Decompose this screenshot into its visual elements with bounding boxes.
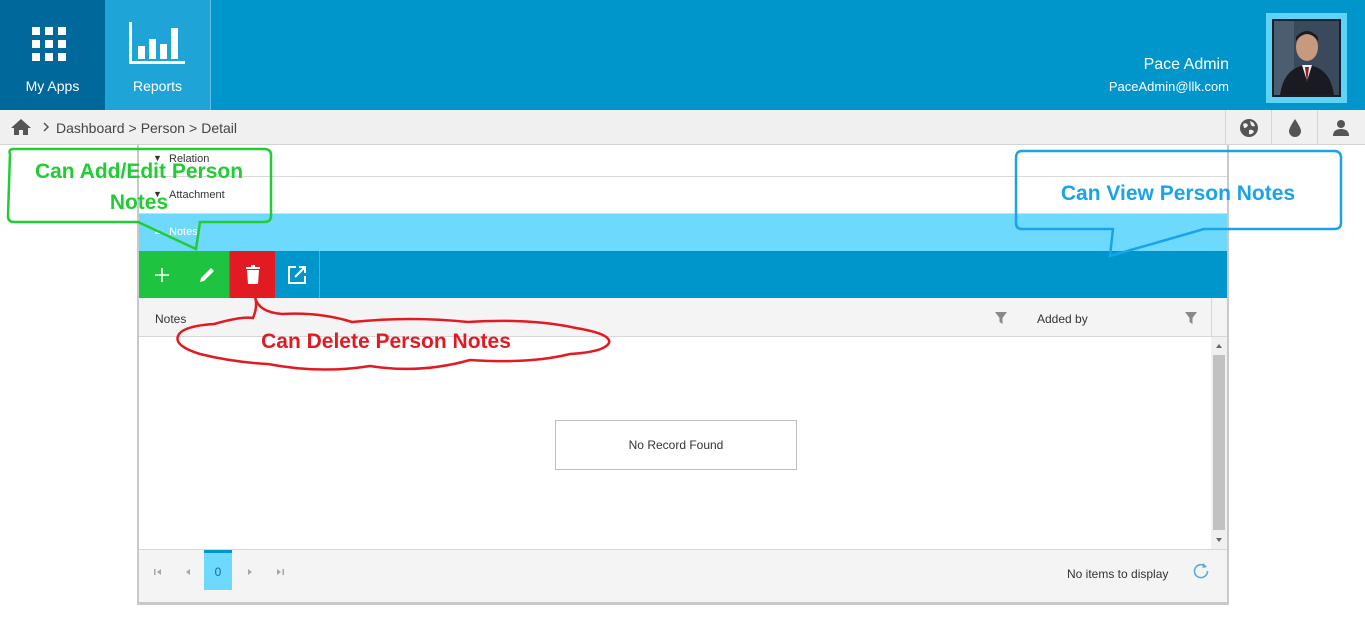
no-record-message: No Record Found — [555, 420, 797, 470]
grid-header-spacer — [1211, 298, 1227, 337]
user-email: PaceAdmin@llk.com — [1108, 79, 1229, 94]
grid-toolbar — [139, 251, 1227, 298]
avatar — [1272, 19, 1341, 97]
expand-arrow-icon: ▲ — [153, 226, 162, 236]
profile-button[interactable] — [1317, 110, 1363, 145]
pager-status: No items to display — [1067, 567, 1169, 581]
add-edit-callout-text: Can Add/Edit Person Notes — [34, 160, 244, 214]
filter-icon[interactable] — [994, 311, 1008, 325]
last-page-icon[interactable] — [275, 567, 285, 577]
reports-label: Reports — [132, 78, 183, 94]
top-navigation-bar: My Apps Reports Pace Admin PaceAdmin@llk… — [0, 0, 1365, 110]
trash-icon — [245, 264, 260, 284]
my-apps-label: My Apps — [25, 78, 80, 94]
previous-page-icon[interactable] — [183, 567, 193, 577]
user-icon — [1332, 119, 1349, 136]
external-link-icon — [288, 265, 306, 284]
accordion-notes-label: Notes — [169, 226, 198, 238]
my-apps-tile[interactable]: My Apps — [0, 0, 105, 110]
scroll-thumb[interactable] — [1213, 355, 1225, 530]
breadcrumb: Dashboard > Person > Detail — [56, 120, 241, 136]
grid-pager: 0 No items to display — [139, 549, 1227, 602]
accordion-relation[interactable]: ▼ Relation — [139, 145, 1227, 177]
vertical-scrollbar[interactable] — [1211, 337, 1227, 549]
filter-icon[interactable] — [1184, 311, 1198, 325]
view-callout-text: Can View Person Notes — [1060, 182, 1296, 205]
breadcrumb-separator: > — [189, 120, 198, 136]
plus-icon — [154, 267, 169, 282]
avatar-frame[interactable] — [1266, 13, 1347, 103]
drop-icon — [1288, 118, 1301, 137]
breadcrumb-person[interactable]: Person — [141, 120, 185, 136]
bar-chart-icon — [129, 22, 185, 64]
breadcrumb-detail: Detail — [201, 120, 238, 136]
theme-button[interactable] — [1271, 110, 1317, 145]
user-name: Pace Admin — [1143, 56, 1229, 73]
current-page[interactable]: 0 — [204, 550, 232, 590]
edit-note-button[interactable] — [184, 251, 229, 298]
scroll-up-icon[interactable] — [1211, 339, 1227, 353]
add-note-button[interactable] — [139, 251, 184, 298]
accordion-notes[interactable]: ▲ Notes — [139, 214, 1227, 251]
chevron-right-icon — [43, 122, 50, 132]
reports-tile[interactable]: Reports — [105, 0, 211, 110]
next-page-icon[interactable] — [245, 567, 255, 577]
pencil-icon — [199, 267, 214, 282]
globe-icon — [1239, 118, 1258, 137]
column-header-added-by[interactable]: Added by — [1037, 312, 1088, 326]
grid-body: No Record Found — [139, 337, 1211, 549]
scroll-down-icon[interactable] — [1211, 533, 1227, 547]
delete-note-button[interactable] — [230, 251, 275, 298]
breadcrumb-bar: Dashboard > Person > Detail — [0, 110, 1365, 145]
refresh-icon[interactable] — [1192, 562, 1210, 580]
person-detail-panel: ▼ Relation ▼ Attachment ▲ Notes Notes Ad… — [137, 145, 1229, 605]
breadcrumb-dashboard[interactable]: Dashboard — [56, 120, 125, 136]
home-icon[interactable] — [10, 118, 32, 136]
first-page-icon[interactable] — [153, 567, 163, 577]
delete-callout-text: Can Delete Person Notes — [261, 330, 511, 353]
open-note-button[interactable] — [275, 251, 320, 298]
breadcrumb-separator: > — [128, 120, 137, 136]
column-header-notes[interactable]: Notes — [155, 312, 186, 326]
grid-icon — [32, 27, 66, 61]
person-photo — [1274, 21, 1339, 95]
globe-button[interactable] — [1225, 110, 1271, 145]
